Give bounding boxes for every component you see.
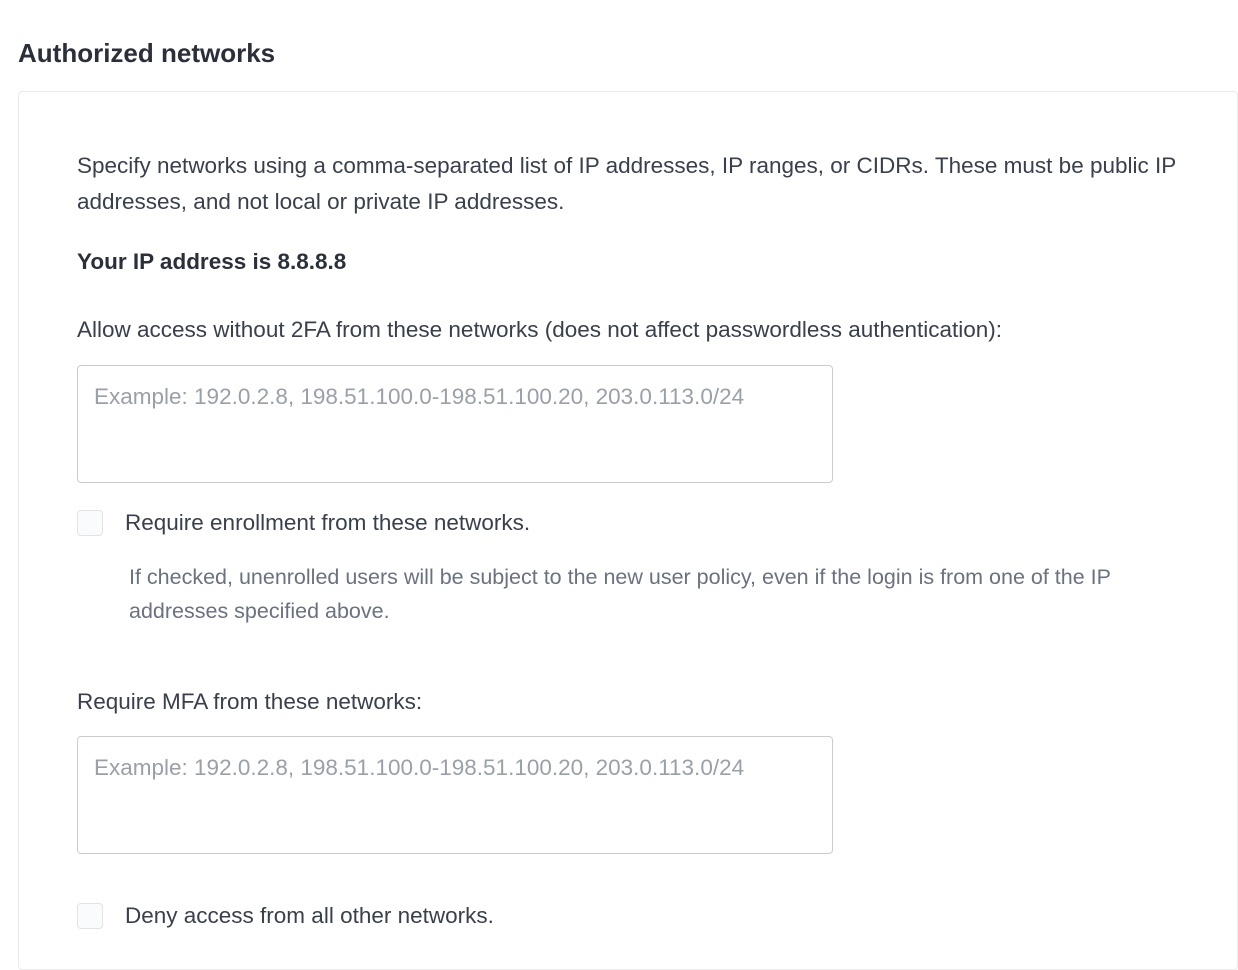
require-enrollment-checkbox[interactable] xyxy=(77,510,103,536)
require-mfa-label: Require MFA from these networks: xyxy=(77,685,1179,719)
allow-networks-input[interactable] xyxy=(77,365,833,483)
authorized-networks-panel: Specify networks using a comma-separated… xyxy=(18,91,1238,970)
require-enrollment-help: If checked, unenrolled users will be sub… xyxy=(129,560,1179,629)
require-enrollment-row: Require enrollment from these networks. xyxy=(77,510,1179,536)
require-mfa-networks-input[interactable] xyxy=(77,736,833,854)
page-title: Authorized networks xyxy=(0,0,1238,91)
allow-label: Allow access without 2FA from these netw… xyxy=(77,313,1179,347)
allow-section: Allow access without 2FA from these netw… xyxy=(77,313,1179,629)
deny-row: Deny access from all other networks. xyxy=(77,903,1179,929)
deny-other-networks-checkbox[interactable] xyxy=(77,903,103,929)
require-enrollment-label[interactable]: Require enrollment from these networks. xyxy=(125,510,530,536)
your-ip-line: Your IP address is 8.8.8.8 xyxy=(77,249,1179,275)
deny-other-networks-label[interactable]: Deny access from all other networks. xyxy=(125,903,494,929)
intro-text: Specify networks using a comma-separated… xyxy=(77,148,1179,219)
require-mfa-section: Require MFA from these networks: xyxy=(77,685,1179,860)
